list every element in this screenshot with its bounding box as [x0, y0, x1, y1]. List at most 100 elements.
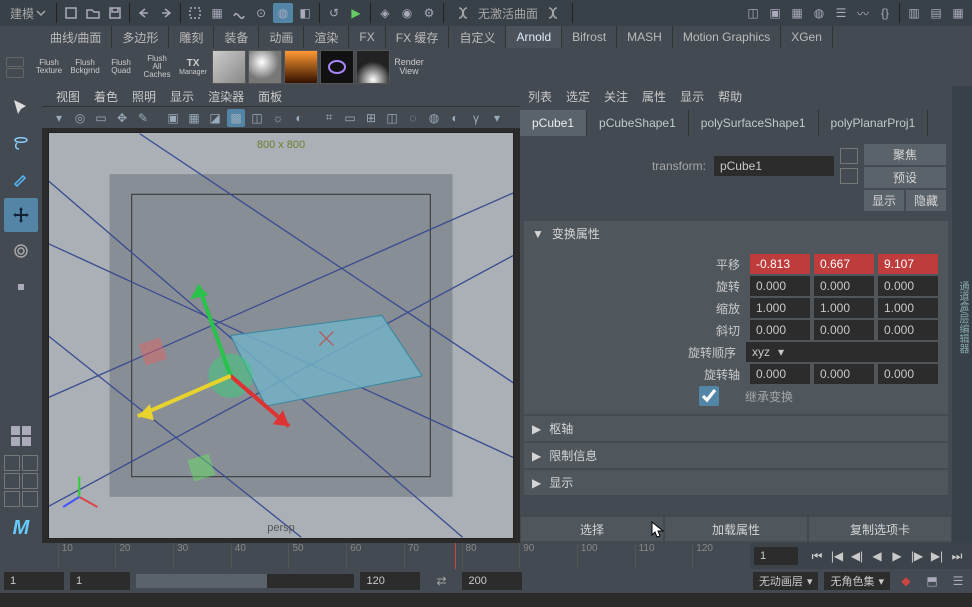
shelf-tab[interactable]: 雕刻: [169, 26, 214, 48]
panel-menu-panels[interactable]: 面板: [258, 88, 282, 105]
bookmark-icon[interactable]: ◎: [71, 109, 89, 127]
rotate-tool[interactable]: [4, 234, 38, 268]
timeline-cursor[interactable]: [455, 543, 456, 569]
snap-grid-icon[interactable]: ▦: [207, 3, 227, 23]
resolution-gate-icon[interactable]: ⌗: [320, 109, 338, 127]
shelf-tab[interactable]: 装备: [214, 26, 259, 48]
exposure-icon[interactable]: ◐: [446, 109, 464, 127]
rotate-y[interactable]: [814, 276, 874, 296]
shelf-flush-bckgrnd[interactable]: FlushBckgrnd: [68, 50, 102, 84]
shelf-tab[interactable]: 自定义: [449, 26, 506, 48]
render-settings-icon[interactable]: ⚙: [419, 3, 439, 23]
shelf-tx-manager[interactable]: TXManager: [176, 50, 210, 84]
paint-select-tool[interactable]: [4, 162, 38, 196]
shelf-tab[interactable]: Motion Graphics: [673, 26, 781, 48]
step-back-key-icon[interactable]: |◀: [828, 547, 846, 565]
current-frame-field[interactable]: [754, 547, 798, 565]
undo-icon[interactable]: [134, 3, 154, 23]
shelf-collapse-icon[interactable]: [6, 57, 24, 67]
section-display-header[interactable]: ▶ 显示: [524, 470, 948, 495]
copy-tab-button[interactable]: 复制选项卡: [809, 517, 951, 541]
rotate-axis-y[interactable]: [814, 364, 874, 384]
hypershade-icon[interactable]: ◍: [809, 3, 829, 23]
shelf-tab-arnold[interactable]: Arnold: [506, 26, 562, 48]
script-icon[interactable]: {}: [875, 3, 895, 23]
shelf-tab[interactable]: Bifrost: [562, 26, 617, 48]
shelf-tab[interactable]: 渲染: [304, 26, 349, 48]
ipr-icon[interactable]: ◉: [397, 3, 417, 23]
outliner-icon[interactable]: ☰: [831, 3, 851, 23]
select-button[interactable]: 选择: [521, 517, 663, 541]
ae-menu-list[interactable]: 列表: [528, 88, 552, 105]
step-back-icon[interactable]: ◀|: [848, 547, 866, 565]
ae-menu-help[interactable]: 帮助: [718, 88, 742, 105]
scale-tool[interactable]: [4, 270, 38, 304]
ae-menu-focus[interactable]: 关注: [604, 88, 628, 105]
wireframe-icon[interactable]: ▦: [185, 109, 203, 127]
scale-x[interactable]: [750, 298, 810, 318]
shadows-icon[interactable]: ◐: [290, 109, 308, 127]
ae-menu-selected[interactable]: 选定: [566, 88, 590, 105]
scale-y[interactable]: [814, 298, 874, 318]
range-start[interactable]: [70, 572, 130, 590]
snap-active-icon[interactable]: ◍: [273, 3, 293, 23]
construction-history-icon[interactable]: ↺: [324, 3, 344, 23]
ae-tab-polyplanarproj1[interactable]: polyPlanarProj1: [819, 110, 929, 136]
snap-point-icon[interactable]: ⊙: [251, 3, 271, 23]
new-scene-icon[interactable]: [61, 3, 81, 23]
textured-icon[interactable]: ▩: [227, 109, 245, 127]
range-slider[interactable]: [136, 574, 354, 588]
shear-y[interactable]: [814, 320, 874, 340]
translate-y[interactable]: [814, 254, 874, 274]
open-icon[interactable]: [83, 3, 103, 23]
last-tool[interactable]: [4, 419, 38, 453]
gate-mask-icon[interactable]: ▭: [341, 109, 359, 127]
show-button[interactable]: 显示: [864, 190, 904, 211]
key-icon[interactable]: ◆: [896, 571, 916, 591]
shelf-light-area[interactable]: [320, 50, 354, 84]
shelf-flush-allcaches[interactable]: FlushAll Caches: [140, 50, 174, 84]
load-attrs-button[interactable]: 加载属性: [665, 517, 807, 541]
shelf-material-phong[interactable]: [284, 50, 318, 84]
play-icon[interactable]: ▶: [346, 3, 366, 23]
shelf-tab[interactable]: 多边形: [112, 26, 169, 48]
shelf-material-blinn[interactable]: [248, 50, 282, 84]
shelf-flush-texture[interactable]: FlushTexture: [32, 50, 66, 84]
sidebar-tab-channelbox[interactable]: 通道盒/层编辑器: [953, 273, 972, 362]
ae-tab-pcube1[interactable]: pCube1: [520, 110, 587, 136]
shelf-flush-quad[interactable]: FlushQuad: [104, 50, 138, 84]
select-tool[interactable]: [4, 90, 38, 124]
go-start-icon[interactable]: ⏮: [808, 547, 826, 565]
range-start-abs[interactable]: [4, 572, 64, 590]
go-end-icon[interactable]: ⏭: [948, 547, 966, 565]
layout-icon[interactable]: ▦: [787, 3, 807, 23]
hw-texture-icon[interactable]: ◫: [248, 109, 266, 127]
shelf-tab[interactable]: MASH: [617, 26, 673, 48]
node-name-field[interactable]: [714, 156, 834, 176]
shelf-tab[interactable]: FX 缓存: [386, 26, 450, 48]
translate-x[interactable]: [750, 254, 810, 274]
workspace-dropdown[interactable]: 建模: [4, 5, 52, 22]
shelf-material-lambert[interactable]: [212, 50, 246, 84]
range-fit-icon[interactable]: ⇄: [426, 574, 456, 588]
shaded-icon[interactable]: ◪: [206, 109, 224, 127]
snap-view-icon[interactable]: ◧: [295, 3, 315, 23]
layout-three-icon[interactable]: [22, 473, 38, 489]
shear-z[interactable]: [878, 320, 938, 340]
ae-tab-pcubeshape1[interactable]: pCubeShape1: [587, 110, 689, 136]
inherit-checkbox[interactable]: [679, 386, 739, 406]
symmetry-icon[interactable]: ◫: [743, 3, 763, 23]
view-transform-icon[interactable]: ▾: [488, 109, 506, 127]
panel-menu-show[interactable]: 显示: [170, 88, 194, 105]
redo-icon[interactable]: [156, 3, 176, 23]
ae-menu-show[interactable]: 显示: [680, 88, 704, 105]
graph-icon[interactable]: 〰: [853, 3, 873, 23]
translate-z[interactable]: [878, 254, 938, 274]
step-fwd-icon[interactable]: |▶: [908, 547, 926, 565]
toolkit-toggle-icon[interactable]: ▤: [926, 3, 946, 23]
layout-single-icon[interactable]: [4, 455, 20, 471]
move-tool[interactable]: [4, 198, 38, 232]
grease-icon[interactable]: ✎: [134, 109, 152, 127]
panel-menu-view[interactable]: 视图: [56, 88, 80, 105]
scale-z[interactable]: [878, 298, 938, 318]
